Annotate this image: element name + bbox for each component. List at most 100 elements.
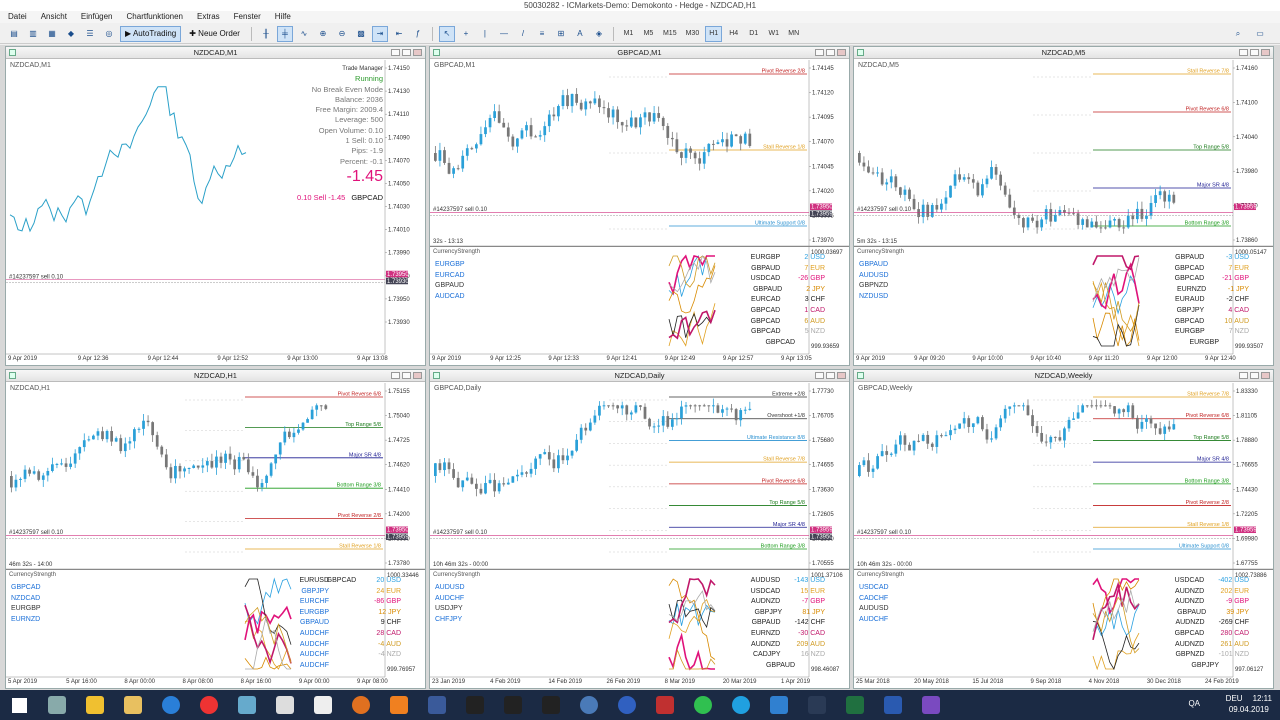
app-icon-25[interactable] bbox=[912, 690, 950, 720]
tf-h1[interactable]: H1 bbox=[705, 25, 723, 42]
cs-pair[interactable]: EURNZD bbox=[11, 615, 41, 626]
maximize-icon[interactable] bbox=[1250, 372, 1259, 379]
minimize-icon[interactable] bbox=[1239, 372, 1248, 379]
cs-strength-pair[interactable]: AUDNZD bbox=[1175, 588, 1204, 595]
channel-icon[interactable]: ≡ bbox=[534, 26, 550, 42]
price-chart[interactable]: 1.741601.741001.740401.739801.739201.738… bbox=[854, 60, 1273, 365]
cs-pair[interactable]: GBPNZD bbox=[859, 281, 889, 292]
chat-icon[interactable]: ▭ bbox=[1252, 26, 1268, 42]
cs-strength-pair[interactable]: GBPCAD bbox=[1175, 630, 1205, 637]
minimize-icon[interactable] bbox=[391, 49, 400, 56]
close-icon[interactable] bbox=[837, 372, 846, 379]
xmind-icon[interactable] bbox=[76, 690, 114, 720]
cs-mid-pair[interactable]: EURCHF bbox=[299, 597, 329, 608]
cs-strength-pair[interactable]: EURGBP bbox=[1189, 339, 1219, 346]
price-chart[interactable]: 1.75155 1.75040 1.74725 1.74620 1.74410 1.742… bbox=[6, 383, 425, 688]
cs-strength-pair[interactable]: AUDNZD bbox=[751, 641, 780, 648]
cs-strength-pair[interactable]: USDCAD bbox=[1175, 577, 1205, 584]
app-icon-16[interactable] bbox=[570, 690, 608, 720]
navigator-icon[interactable]: ◆ bbox=[63, 26, 79, 42]
app-icon-21[interactable] bbox=[760, 690, 798, 720]
close-icon[interactable] bbox=[413, 372, 422, 379]
order-line-label[interactable]: #14237597 sell 0.10 bbox=[433, 207, 488, 213]
cs-pair[interactable]: CHFJPY bbox=[435, 615, 465, 626]
cs-strength-pair[interactable]: GBPJPY bbox=[755, 609, 783, 616]
menu-datei[interactable]: Datei bbox=[8, 11, 27, 23]
cs-strength-pair[interactable]: GBPCAD bbox=[327, 577, 357, 584]
app-icon-11[interactable] bbox=[380, 690, 418, 720]
cs-strength-pair[interactable]: GBPJPY bbox=[1177, 307, 1205, 314]
cs-strength-pair[interactable]: GBPCAD bbox=[751, 307, 781, 314]
minimize-icon[interactable] bbox=[391, 372, 400, 379]
maximize-icon[interactable] bbox=[402, 49, 411, 56]
cs-strength-pair[interactable]: GBPCAD bbox=[751, 318, 781, 325]
zoom-out-icon[interactable]: ⊖ bbox=[334, 26, 350, 42]
clock[interactable]: DEU 12:11 09.04.2019 bbox=[1226, 693, 1272, 715]
text-icon[interactable]: A bbox=[572, 26, 588, 42]
cs-pair[interactable]: AUDCHF bbox=[859, 615, 889, 626]
cs-strength-pair[interactable]: AUDNZD bbox=[1175, 641, 1204, 648]
indicators-icon[interactable]: ƒ bbox=[410, 26, 426, 42]
cs-strength-pair[interactable]: EURCAD bbox=[751, 296, 781, 303]
fibo-icon[interactable]: ⊞ bbox=[553, 26, 569, 42]
profiles-icon[interactable]: ▥ bbox=[25, 26, 41, 42]
cs-strength-pair[interactable]: AUDNZD bbox=[751, 598, 780, 605]
cs-mid-pair[interactable]: GBPJPY bbox=[299, 587, 329, 598]
maximize-icon[interactable] bbox=[826, 49, 835, 56]
chart-window-4[interactable]: NZDCAD,H1 1.75155 1.75040 1.74725 1.74620 1.7… bbox=[5, 369, 426, 689]
minimize-icon[interactable] bbox=[815, 49, 824, 56]
minimize-icon[interactable] bbox=[1239, 49, 1248, 56]
menu-chartfunktionen[interactable]: Chartfunktionen bbox=[127, 11, 183, 23]
tf-mn[interactable]: MN bbox=[785, 26, 802, 42]
cs-strength-pair[interactable]: AUDNZD bbox=[1175, 619, 1204, 626]
zoom-in-icon[interactable]: ⊕ bbox=[315, 26, 331, 42]
price-chart[interactable]: 1.83330 1.81105 1.78880 1.76655 1.74430 1.722… bbox=[854, 383, 1273, 688]
app-icon-18[interactable] bbox=[646, 690, 684, 720]
cs-pair[interactable]: AUDUSD bbox=[859, 271, 889, 282]
close-icon[interactable] bbox=[1261, 49, 1270, 56]
tile-icon[interactable]: ▩ bbox=[353, 26, 369, 42]
position-pair[interactable]: GBPCAD bbox=[351, 193, 383, 202]
trendline-icon[interactable]: / bbox=[515, 26, 531, 42]
mt4-icon-1[interactable] bbox=[456, 690, 494, 720]
tray-qa[interactable]: QA bbox=[1188, 699, 1200, 708]
chart-window-2[interactable]: GBPCAD,M1 1.74145 1.74120 1.74095 1.74070 1.7… bbox=[429, 46, 850, 366]
cs-strength-pair[interactable]: GBPCAD bbox=[1175, 275, 1205, 282]
cs-pair[interactable]: NZDUSD bbox=[859, 292, 889, 303]
cs-strength-pair[interactable]: USDCAD bbox=[751, 588, 781, 595]
price-chart[interactable]: 1.74150 1.74130 1.74110 1.74090 1.74070 1.740… bbox=[6, 60, 425, 365]
menu-einfuegen[interactable]: Einfügen bbox=[81, 11, 113, 23]
minimize-icon[interactable] bbox=[815, 372, 824, 379]
new-chart-icon[interactable]: ▤ bbox=[6, 26, 22, 42]
cs-strength-pair[interactable]: GBPJPY bbox=[1191, 662, 1219, 669]
chart-window-6[interactable]: NZDCAD,Weekly 1.83330 1.81105 1.78880 1.7665… bbox=[853, 369, 1274, 689]
tester-icon[interactable]: ◎ bbox=[101, 26, 117, 42]
cs-pair[interactable]: GBPAUD bbox=[859, 260, 889, 271]
app-icon-9[interactable] bbox=[304, 690, 342, 720]
cs-strength-pair[interactable]: GBPAUD bbox=[1175, 254, 1204, 261]
cs-mid-pair[interactable]: AUDCHF bbox=[299, 661, 329, 672]
excel-icon[interactable] bbox=[836, 690, 874, 720]
cursor-icon[interactable]: ↖ bbox=[438, 25, 455, 42]
mt4-icon-3[interactable] bbox=[532, 690, 570, 720]
cs-mid-pair[interactable]: GBPAUD bbox=[299, 618, 329, 629]
cs-strength-pair[interactable]: EURNZD bbox=[1177, 286, 1206, 293]
cs-pair[interactable]: AUDUSD bbox=[435, 583, 465, 594]
market-watch-icon[interactable]: ▦ bbox=[44, 26, 60, 42]
new-order-button[interactable]: ✚ Neue Order bbox=[184, 26, 245, 42]
cs-mid-pair[interactable]: AUDCHF bbox=[299, 629, 329, 640]
cs-strength-pair[interactable]: EURAUD bbox=[1175, 296, 1205, 303]
cs-pair[interactable]: AUDUSD bbox=[859, 604, 889, 615]
bar-chart-icon[interactable]: ╫ bbox=[258, 26, 274, 42]
vertical-line-icon[interactable]: | bbox=[477, 26, 493, 42]
cs-strength-pair[interactable]: AUDNZD bbox=[1175, 598, 1204, 605]
cs-strength-pair[interactable]: GBPAUD bbox=[751, 265, 780, 272]
chart-shift-icon[interactable]: ⇤ bbox=[391, 26, 407, 42]
order-line-label[interactable]: #14237597 sell 0.10 bbox=[433, 530, 488, 536]
cs-strength-pair[interactable]: GBPAUD bbox=[1177, 609, 1206, 616]
explorer-icon[interactable] bbox=[38, 690, 76, 720]
cs-pair[interactable]: AUDCHF bbox=[435, 594, 465, 605]
autoscroll-icon[interactable]: ⇥ bbox=[371, 25, 388, 42]
chart-window-5[interactable]: NZDCAD,Daily 1.77730 1.76705 1.75680 1.74655… bbox=[429, 369, 850, 689]
candle-chart-icon[interactable]: ╪ bbox=[276, 25, 293, 42]
